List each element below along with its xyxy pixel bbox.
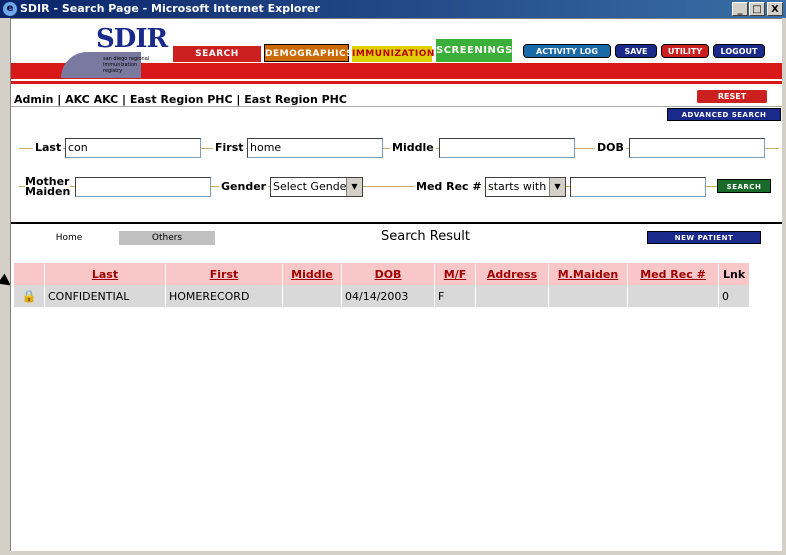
activity-log-button[interactable]: ACTIVITY LOG — [523, 44, 611, 58]
sdir-logo: SDIR san diego regional immunization reg… — [61, 24, 168, 82]
first-label: First — [213, 141, 246, 154]
app-header: SDIR san diego regional immunization reg… — [11, 19, 782, 87]
section-divider — [11, 222, 782, 224]
column-header-address[interactable]: Address — [475, 263, 549, 285]
cell-lnk: 0 — [718, 285, 751, 307]
cell-dob: 04/14/2003 — [341, 285, 435, 307]
last-name-input[interactable]: con — [65, 138, 201, 158]
tab-search[interactable]: SEARCH — [173, 46, 261, 62]
middle-label: Middle — [390, 141, 436, 154]
column-header-medrec[interactable]: Med Rec # — [627, 263, 719, 285]
save-button[interactable]: SAVE — [615, 44, 657, 58]
last-label: Last — [33, 141, 64, 154]
column-header-first[interactable]: First — [165, 263, 283, 285]
title-bar: e SDIR - Search Page - Microsoft Interne… — [0, 0, 786, 18]
search-button[interactable]: SEARCH — [717, 179, 771, 193]
first-name-input[interactable]: home — [247, 138, 383, 158]
ie-icon: e — [3, 2, 17, 16]
medrec-input[interactable] — [570, 177, 706, 197]
cell-first[interactable]: HOMERECORD — [165, 285, 283, 307]
maiden-label-line: Maiden — [25, 185, 71, 198]
breadcrumb-divider — [11, 106, 782, 107]
mother-maiden-label: Mother Maiden — [25, 176, 71, 198]
results-table: Last First Middle DOB M/F Address M.Maid… — [14, 263, 751, 307]
cell-middle — [282, 285, 342, 307]
medrec-label: Med Rec # — [414, 180, 484, 193]
mother-maiden-input[interactable] — [75, 177, 211, 197]
tab-screenings[interactable]: SCREENINGS — [436, 39, 512, 62]
cell-medrec — [627, 285, 719, 307]
dob-label: DOB — [595, 141, 626, 154]
gender-label: Gender — [219, 180, 269, 193]
middle-name-input[interactable] — [439, 138, 575, 158]
breadcrumb: Admin | AKC AKC | East Region PHC | East… — [14, 93, 347, 106]
advanced-search-button[interactable]: ADVANCED SEARCH — [667, 108, 781, 121]
reset-button[interactable]: RESET — [697, 90, 767, 103]
logo-text: SDIR — [96, 24, 168, 54]
cell-maiden — [548, 285, 628, 307]
column-header-lnk: Lnk — [718, 263, 751, 285]
table-row[interactable]: 🔒 CONFIDENTIAL HOMERECORD 04/14/2003 F 0 — [14, 285, 751, 307]
column-header-maiden[interactable]: M.Maiden — [548, 263, 628, 285]
dob-input[interactable] — [629, 138, 765, 158]
medrec-mode-value: starts with — [488, 180, 547, 193]
cell-mf: F — [434, 285, 476, 307]
tab-others[interactable]: Others — [119, 231, 215, 245]
gender-select[interactable]: Select Gender ▼ — [270, 177, 363, 197]
chevron-down-icon: ▼ — [346, 178, 362, 196]
cell-last[interactable]: CONFIDENTIAL — [44, 285, 166, 307]
column-header-last[interactable]: Last — [44, 263, 166, 285]
tab-home[interactable]: Home — [31, 231, 107, 245]
window-title: SDIR - Search Page - Microsoft Internet … — [20, 2, 320, 15]
column-header-mf[interactable]: M/F — [434, 263, 476, 285]
search-result-title: Search Result — [381, 229, 470, 244]
medrec-mode-select[interactable]: starts with ▼ — [485, 177, 566, 197]
logo-tagline: san diego regional immunization registry — [103, 56, 150, 74]
minimize-button[interactable]: _ — [732, 2, 748, 16]
cell-address — [475, 285, 549, 307]
tab-demographics[interactable]: DEMOGRAPHICS — [264, 44, 353, 62]
chevron-down-icon: ▼ — [549, 178, 565, 196]
new-patient-button[interactable]: NEW PATIENT — [647, 231, 761, 244]
logout-button[interactable]: LOGOUT — [713, 44, 765, 58]
tab-immunization[interactable]: IMMUNIZATION — [352, 46, 434, 62]
maximize-button[interactable]: □ — [749, 2, 765, 16]
browser-window: e SDIR - Search Page - Microsoft Interne… — [0, 0, 786, 555]
utility-button[interactable]: UTILITY — [661, 44, 709, 58]
table-header-row: Last First Middle DOB M/F Address M.Maid… — [14, 263, 751, 285]
column-header-dob[interactable]: DOB — [341, 263, 435, 285]
gender-select-value: Select Gender — [273, 180, 351, 193]
lock-column-header — [14, 263, 45, 285]
close-button[interactable]: X — [767, 2, 783, 16]
lock-icon: 🔒 — [14, 285, 45, 307]
column-header-middle[interactable]: Middle — [282, 263, 342, 285]
page-content: SDIR san diego regional immunization reg… — [10, 18, 782, 551]
